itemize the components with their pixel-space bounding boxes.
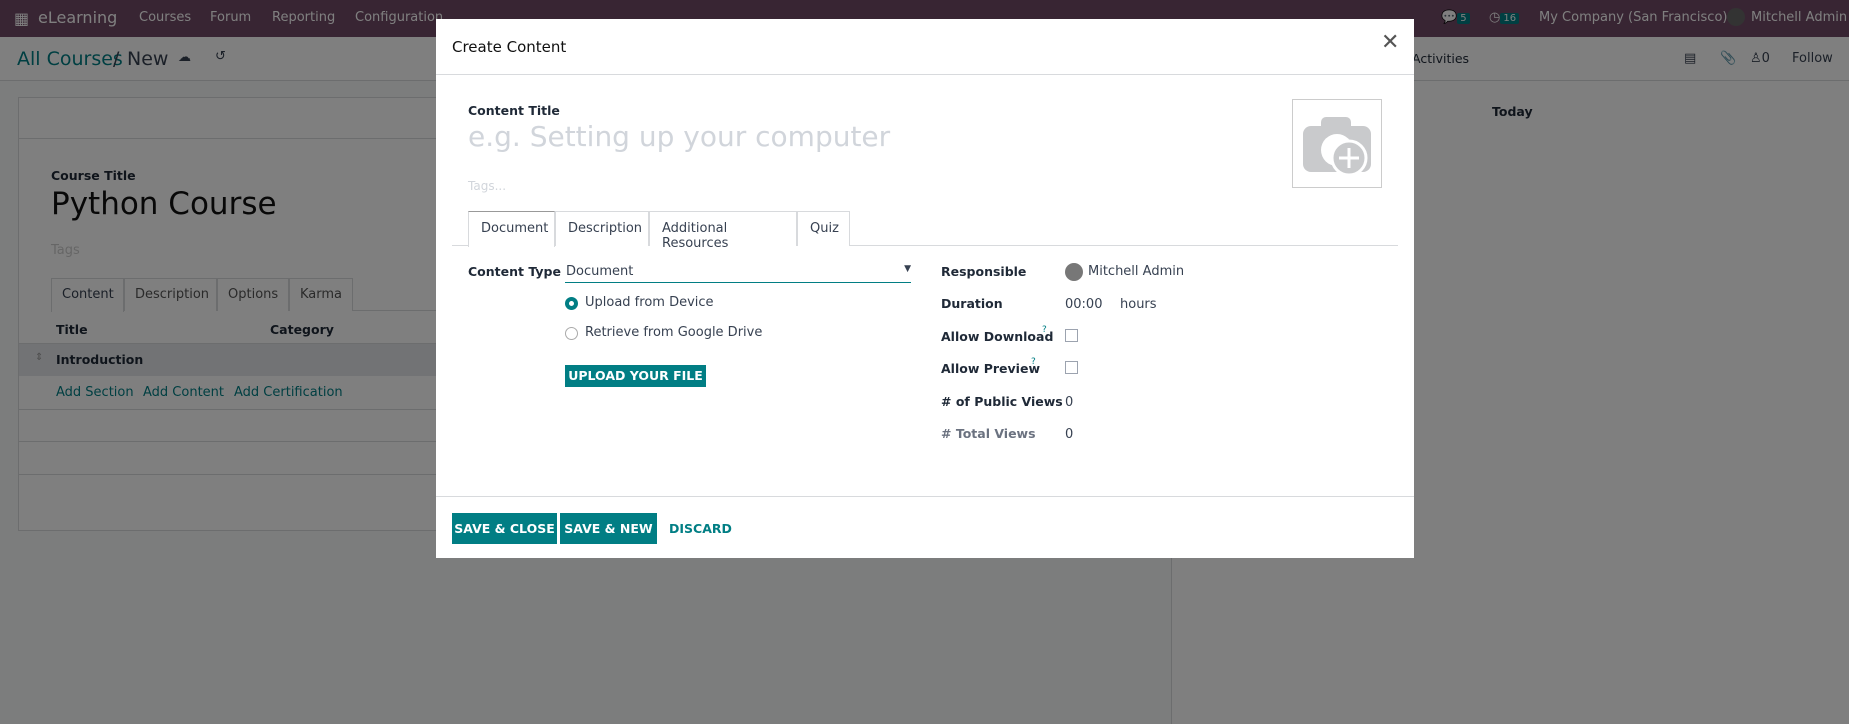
content-type-label: Content Type: [468, 264, 561, 279]
content-tags-input[interactable]: Tags...: [468, 179, 506, 193]
save-close-button[interactable]: SAVE & CLOSE: [452, 513, 557, 544]
radio-unchecked-icon: [565, 327, 578, 340]
responsible-avatar: [1065, 263, 1083, 281]
responsible-field[interactable]: Mitchell Admin: [1088, 264, 1184, 279]
content-title-input[interactable]: e.g. Setting up your computer: [468, 120, 890, 153]
content-type-select[interactable]: Document ▼: [565, 261, 911, 283]
camera-plus-icon: [1303, 117, 1371, 177]
total-views-label: # Total Views: [941, 426, 1036, 441]
save-new-button[interactable]: SAVE & NEW: [560, 513, 657, 544]
duration-unit: hours: [1120, 297, 1157, 312]
tab-quiz[interactable]: Quiz: [797, 211, 850, 246]
tab-description[interactable]: Description: [555, 211, 649, 246]
tab-additional-resources[interactable]: Additional Resources: [649, 211, 797, 251]
content-title-label: Content Title: [468, 103, 560, 118]
image-upload[interactable]: [1292, 99, 1382, 188]
upload-file-button[interactable]: UPLOAD YOUR FILE: [565, 365, 706, 387]
tab-document[interactable]: Document: [468, 211, 555, 247]
radio-label: Upload from Device: [585, 295, 714, 310]
allow-preview-label: Allow Preview: [941, 361, 1040, 376]
allow-preview-checkbox[interactable]: [1065, 361, 1078, 374]
total-views-value: 0: [1065, 427, 1074, 442]
public-views-label: # of Public Views: [941, 394, 1063, 409]
close-icon[interactable]: ✕: [1381, 30, 1399, 55]
allow-download-checkbox[interactable]: [1065, 329, 1078, 342]
radio-label: Retrieve from Google Drive: [585, 325, 763, 340]
help-tooltip-icon[interactable]: ?: [1031, 357, 1036, 367]
responsible-label: Responsible: [941, 264, 1027, 279]
dialog-title: Create Content: [452, 38, 567, 56]
discard-button[interactable]: DISCARD: [669, 521, 732, 536]
content-type-value: Document: [566, 264, 634, 279]
help-tooltip-icon[interactable]: ?: [1042, 325, 1047, 335]
chevron-down-icon: ▼: [904, 264, 911, 274]
footer-divider: [436, 496, 1414, 497]
allow-download-label: Allow Download: [941, 329, 1054, 344]
create-content-dialog: Create Content ✕ Content Title e.g. Sett…: [436, 19, 1414, 558]
duration-label: Duration: [941, 296, 1003, 311]
public-views-value: 0: [1065, 395, 1074, 410]
header-divider: [436, 74, 1414, 75]
duration-input[interactable]: 00:00: [1065, 297, 1102, 312]
radio-checked-icon: [565, 297, 578, 310]
